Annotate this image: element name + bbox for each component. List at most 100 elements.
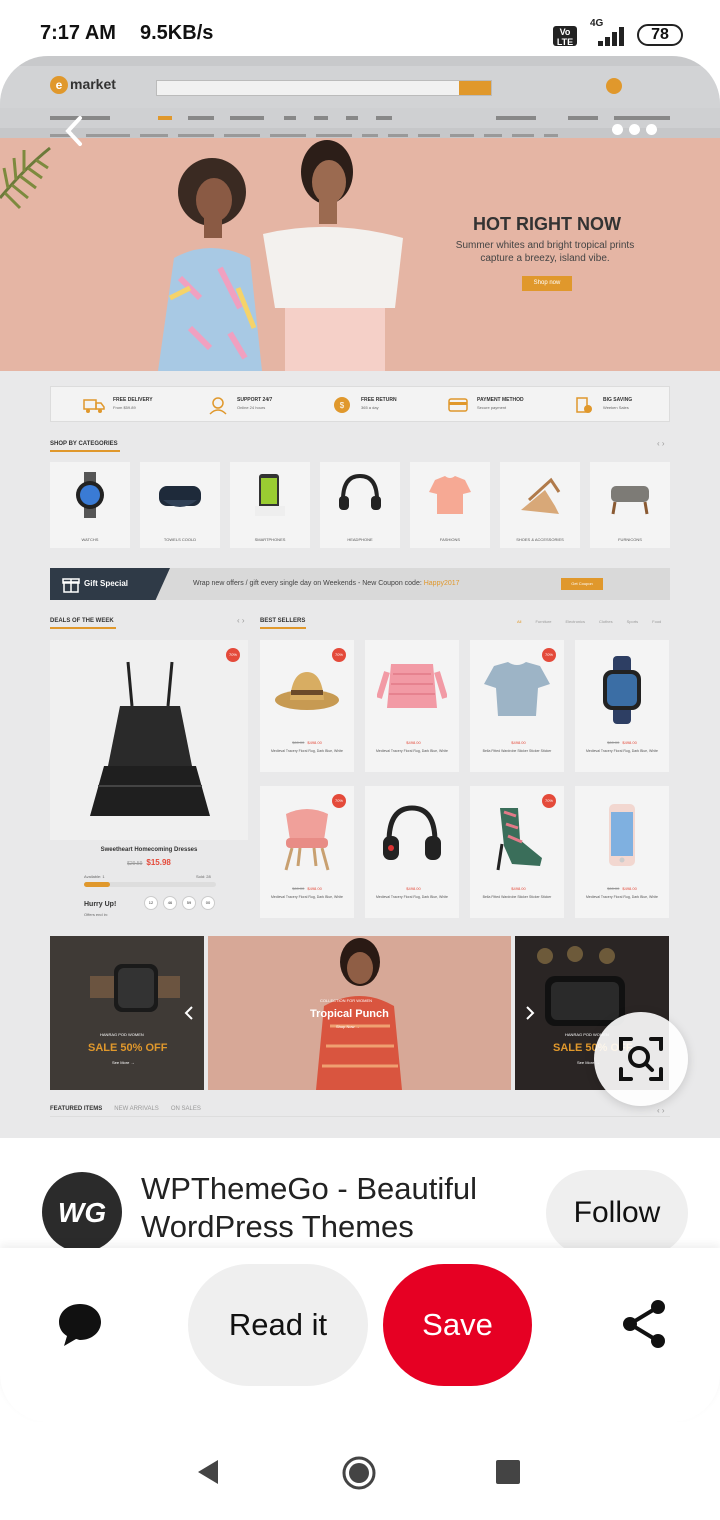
follow-button[interactable]: Follow bbox=[546, 1170, 688, 1256]
deals-title: DEALS OF THE WEEK bbox=[50, 618, 114, 624]
smartphone-icon bbox=[255, 474, 285, 516]
lens-search-icon bbox=[619, 1037, 663, 1081]
tab-all: All bbox=[517, 619, 522, 624]
tab-sports: Sports bbox=[626, 619, 639, 624]
svg-text:$: $ bbox=[340, 401, 345, 410]
hero-banner: HOT RIGHT NOW Summer whites and bright t… bbox=[0, 138, 720, 371]
watch-image bbox=[90, 964, 180, 1012]
best-sellers-title: BEST SELLERS bbox=[260, 618, 306, 624]
more-options-icon[interactable] bbox=[612, 122, 666, 142]
dress-image bbox=[90, 661, 210, 816]
tab-furniture: Furniture bbox=[535, 619, 552, 624]
site-search bbox=[156, 80, 492, 96]
status-net-speed: 9.5KB/s bbox=[140, 22, 214, 44]
comment-icon[interactable] bbox=[56, 1300, 104, 1348]
discount-badge: 70% bbox=[542, 794, 556, 808]
top-image bbox=[484, 662, 550, 716]
chevron-left-icon bbox=[184, 1006, 193, 1020]
sold-count: Sold: 28 bbox=[196, 874, 211, 879]
product-card: $60.00 $498.00 Medieval Tracery Floral Ru… bbox=[575, 640, 669, 772]
product-card: 70% $60.00 $498.00 Medieval Tracery Flora… bbox=[260, 786, 354, 918]
creator-avatar[interactable]: WG bbox=[42, 1172, 122, 1252]
headphone-icon bbox=[339, 473, 381, 510]
tab-new-arrivals: NEW ARRIVALS bbox=[114, 1106, 159, 1112]
back-arrow-icon[interactable] bbox=[58, 114, 92, 148]
featured-tabs: FEATURED ITEMS NEW ARRIVALS ON SALES bbox=[50, 1106, 213, 1112]
available-count: Available: 1 bbox=[84, 874, 105, 879]
tab-electronics: Electronics bbox=[565, 619, 586, 624]
pin-image[interactable]: e market HOT RIGHT NOW Summer whites and… bbox=[0, 56, 720, 1148]
carousel-arrows-icon: ‹ › bbox=[657, 439, 665, 448]
product-card: 70% $60.00 $498.00 Medieval Tracery Flora… bbox=[260, 640, 354, 772]
support-icon bbox=[209, 397, 227, 415]
truck-icon bbox=[83, 399, 105, 413]
tab-featured-items: FEATURED ITEMS bbox=[50, 1106, 103, 1112]
cart-icon bbox=[606, 78, 622, 94]
category-item: HEADPHONE bbox=[320, 462, 400, 548]
gift-text: Wrap new offers / gift every single day … bbox=[193, 580, 460, 587]
nav-recents-icon[interactable] bbox=[496, 1460, 520, 1484]
product-card: 70% $498.00 Bella Fitted Wardrobe Sticke… bbox=[470, 786, 564, 918]
tab-clothes: Clothes bbox=[599, 619, 613, 624]
sold-progress-bar bbox=[84, 882, 216, 887]
category-item: SHOES & ACCESSORIES bbox=[500, 462, 580, 548]
offers-end-label: Offers end in: bbox=[84, 912, 108, 917]
product-card: 70% $498.00 Bella Fitted Wardrobe Sticke… bbox=[470, 640, 564, 772]
blouse-image bbox=[377, 664, 447, 708]
creator-row: WG WPThemeGo - Beautiful WordPress Theme… bbox=[0, 1138, 720, 1256]
payment-icon bbox=[448, 398, 468, 412]
category-item: TOWELS COOLD bbox=[140, 462, 220, 548]
discount-badge: 70% bbox=[542, 648, 556, 662]
return-icon: $ bbox=[334, 397, 350, 413]
coupon-code: Happy2017 bbox=[423, 580, 460, 587]
deal-price: $29.59 $15.98 bbox=[127, 858, 171, 867]
site-logo: e market bbox=[50, 76, 116, 94]
carousel-arrows-icon: ‹ › bbox=[657, 1106, 665, 1115]
volte-icon: Vo LTE bbox=[553, 26, 577, 47]
discount-badge: 70% bbox=[332, 648, 346, 662]
sandal-icon bbox=[521, 477, 561, 514]
model-figure bbox=[263, 140, 403, 371]
share-icon[interactable] bbox=[620, 1298, 668, 1350]
hurry-label: Hurry Up! bbox=[84, 901, 117, 908]
nav-home-icon[interactable] bbox=[341, 1455, 377, 1491]
promo-banner: HANRAG POD WOMEN SALE 50% OFF See More → bbox=[50, 936, 204, 1090]
creator-name[interactable]: WPThemeGo - Beautiful WordPress Themes bbox=[141, 1170, 531, 1246]
headphone-image bbox=[383, 805, 441, 860]
action-bar: Read it Save bbox=[0, 1248, 720, 1422]
visual-search-button[interactable] bbox=[594, 1012, 688, 1106]
vr-headset-icon bbox=[159, 486, 201, 507]
watch-icon bbox=[76, 472, 104, 518]
features-strip: FREE DELIVERY From $59.89 SUPPORT 24/7 O… bbox=[50, 386, 670, 422]
tab-food: Food bbox=[652, 619, 662, 624]
save-button[interactable]: Save bbox=[383, 1264, 532, 1386]
section-underline bbox=[50, 450, 120, 452]
heel-shoe-image bbox=[496, 808, 542, 871]
nav-back-icon[interactable] bbox=[194, 1458, 222, 1486]
system-nav-bar bbox=[0, 1422, 720, 1520]
deal-product-image: 70% bbox=[50, 640, 248, 840]
product-card: $60.00 $498.00 Medieval Tracery Floral Ru… bbox=[575, 786, 669, 918]
chevron-right-icon bbox=[526, 1006, 535, 1020]
hero-subtitle: Summer whites and bright tropical prints… bbox=[455, 240, 635, 264]
avatar-logo: WG bbox=[57, 1197, 107, 1228]
discount-badge: 70% bbox=[226, 648, 240, 662]
countdown-minutes: 59 bbox=[182, 896, 196, 910]
countdown-days: 12 bbox=[144, 896, 158, 910]
deal-product-name: Sweetheart Homecoming Dresses bbox=[100, 847, 198, 853]
category-row: WATCHS TOWELS COOLD SMARTPHONES HEADPHON… bbox=[50, 462, 670, 548]
site-header: e market bbox=[0, 66, 720, 108]
countdown-seconds: 00 bbox=[201, 896, 215, 910]
site-topbar bbox=[0, 56, 720, 66]
carousel-arrows-icon: ‹ › bbox=[237, 616, 245, 625]
best-sellers-tabs: All Furniture Electronics Clothes Sports Food bbox=[517, 619, 675, 624]
gift-label: Gift Special bbox=[84, 579, 129, 588]
gift-banner: Gift Special Wrap new offers / gift ever… bbox=[50, 568, 670, 600]
saving-icon bbox=[576, 397, 592, 413]
countdown-hours: 46 bbox=[163, 896, 177, 910]
hero-title: HOT RIGHT NOW bbox=[473, 214, 621, 234]
category-item: WATCHS bbox=[50, 462, 130, 548]
ottoman-icon bbox=[611, 486, 649, 515]
read-it-button[interactable]: Read it bbox=[188, 1264, 368, 1386]
discount-badge: 70% bbox=[332, 794, 346, 808]
